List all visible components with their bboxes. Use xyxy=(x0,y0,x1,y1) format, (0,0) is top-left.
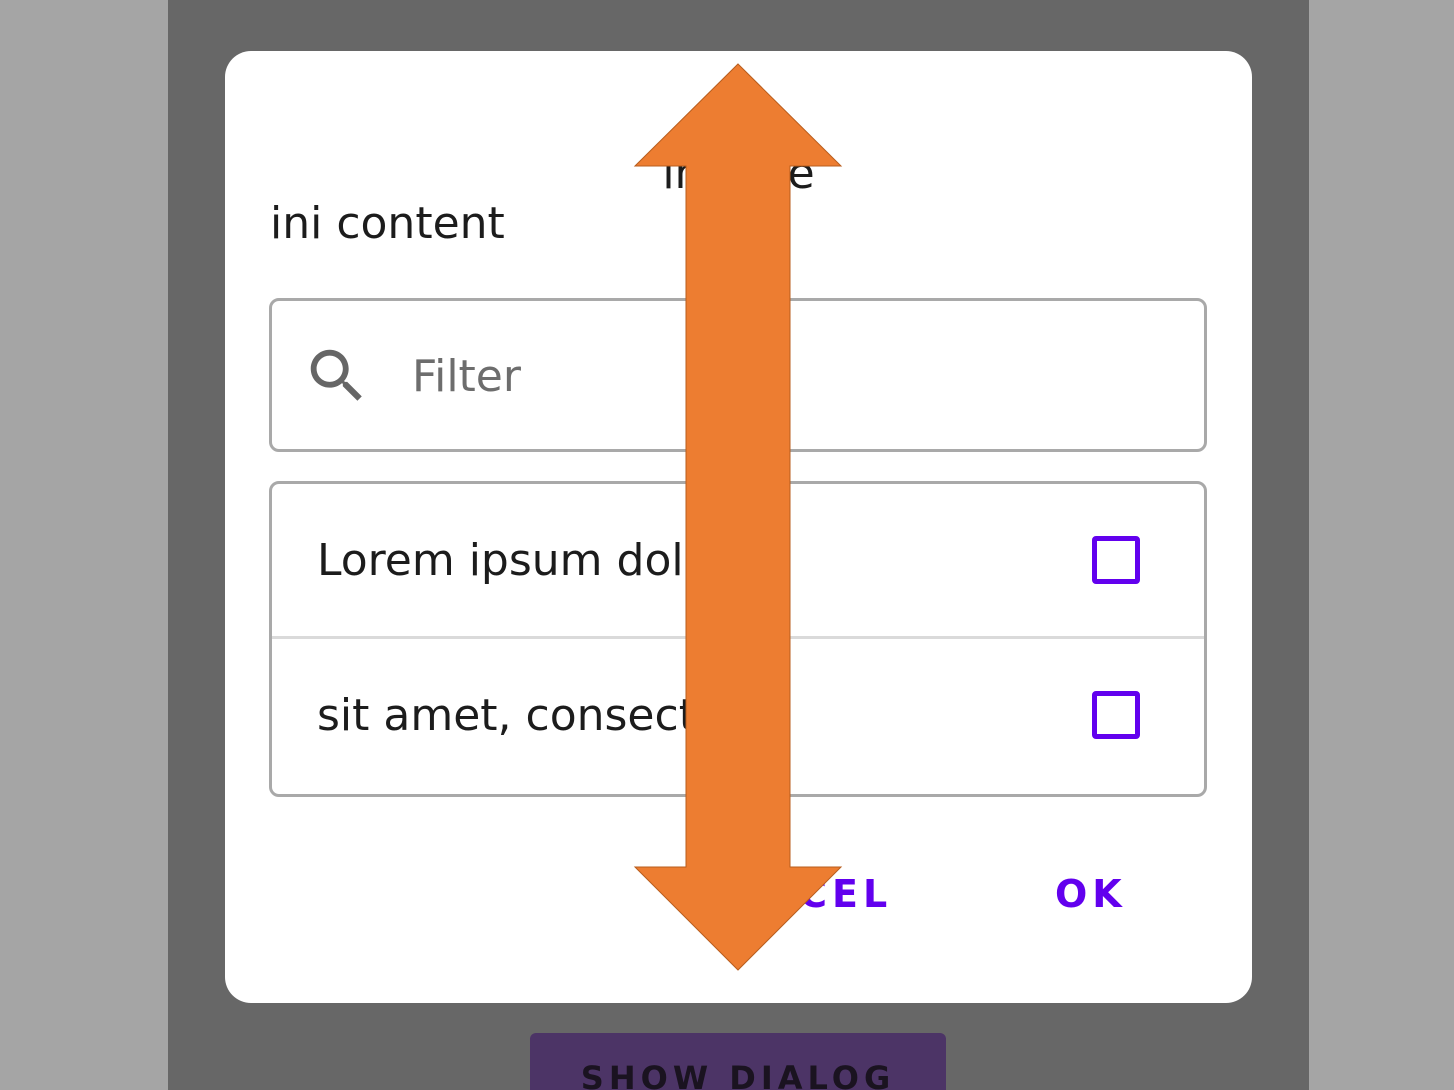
search-icon xyxy=(310,349,362,401)
show-dialog-button[interactable]: SHOW DIALOG xyxy=(530,1033,946,1090)
double-headed-arrow-icon xyxy=(633,63,843,971)
ok-button[interactable]: OK xyxy=(1055,869,1127,919)
dialog-content: ini content xyxy=(270,198,505,249)
list-item-checkbox[interactable] xyxy=(1092,536,1140,584)
list-item-checkbox[interactable] xyxy=(1092,691,1140,739)
